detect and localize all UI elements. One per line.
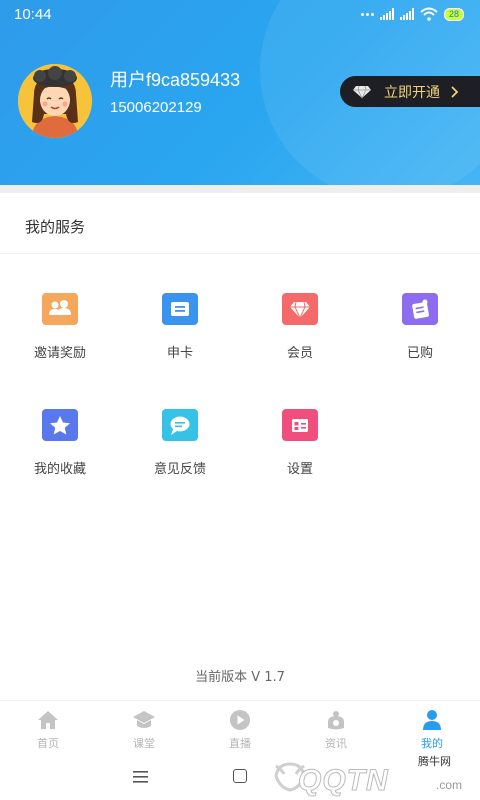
service-label: 邀请奖励 xyxy=(33,346,86,361)
battery-indicator: 28 xyxy=(443,7,464,21)
profile-header: 10:44 28 用户f9ca859433 15006202129 立即开通 xyxy=(0,0,480,185)
people-icon xyxy=(42,293,78,325)
status-bar: 10:44 28 xyxy=(0,0,480,30)
site-watermark: 腾牛网 QQTN .com xyxy=(268,748,478,800)
home-button-icon[interactable] xyxy=(233,769,247,783)
wifi-icon xyxy=(420,7,438,21)
service-favorites[interactable]: 我的收藏 xyxy=(0,409,120,489)
home-icon xyxy=(38,711,58,729)
services-divider xyxy=(0,253,480,254)
signal-icon xyxy=(379,8,394,20)
tab-classroom[interactable]: 课堂 xyxy=(96,709,192,753)
signal-icon-2 xyxy=(399,8,414,20)
watermark-top: 腾牛网 xyxy=(418,755,451,768)
tab-label: 首页 xyxy=(37,737,59,750)
service-purchased[interactable]: 已购 xyxy=(360,293,480,373)
app-version: 当前版本 V 1.7 xyxy=(195,670,285,685)
tab-mine[interactable]: 我的 xyxy=(384,709,480,753)
user-name[interactable]: 用户f9ca859433 xyxy=(110,66,240,92)
status-time: 10:44 xyxy=(14,6,52,23)
service-label: 我的收藏 xyxy=(33,462,86,477)
tab-label: 课堂 xyxy=(133,737,155,750)
more-dots-icon xyxy=(360,12,374,16)
vip-activate-button[interactable]: 立即开通 xyxy=(340,76,480,107)
service-label: 意见反馈 xyxy=(153,462,206,477)
watermark-suffix: .com xyxy=(436,778,463,792)
service-membership[interactable]: 会员 xyxy=(240,293,360,373)
tab-live[interactable]: 直播 xyxy=(192,709,288,753)
service-invite-reward[interactable]: 邀请奖励 xyxy=(0,293,120,373)
diamond-icon xyxy=(353,85,371,99)
vip-activate-label: 立即开通 xyxy=(384,84,440,101)
tab-home[interactable]: 首页 xyxy=(0,709,96,753)
purchased-icon xyxy=(402,293,438,325)
play-icon xyxy=(230,710,250,730)
service-feedback[interactable]: 意见反馈 xyxy=(120,409,240,489)
diamond-icon xyxy=(282,293,318,325)
menu-icon[interactable] xyxy=(133,771,148,783)
status-icons: 28 xyxy=(360,7,464,21)
services-title: 我的服务 xyxy=(25,218,86,236)
service-apply-card[interactable]: 申卡 xyxy=(120,293,240,373)
avatar[interactable] xyxy=(18,64,92,138)
service-settings[interactable]: 设置 xyxy=(240,409,360,489)
user-phone: 15006202129 xyxy=(110,99,202,116)
tab-news[interactable]: 资讯 xyxy=(288,709,384,753)
graduation-cap-icon xyxy=(133,711,155,728)
service-label: 申卡 xyxy=(166,346,193,361)
star-icon xyxy=(42,409,78,441)
section-divider xyxy=(0,185,480,193)
chevron-right-icon xyxy=(451,85,459,98)
service-label: 设置 xyxy=(286,462,313,477)
service-label: 会员 xyxy=(286,346,313,361)
chat-icon xyxy=(162,409,198,441)
watermark-main: QQTN xyxy=(298,764,389,798)
news-icon xyxy=(328,711,344,730)
avatar-illustration-icon xyxy=(18,64,92,138)
card-icon xyxy=(162,293,198,325)
settings-icon xyxy=(282,409,318,441)
service-label: 已购 xyxy=(406,346,433,361)
person-icon xyxy=(423,710,441,730)
